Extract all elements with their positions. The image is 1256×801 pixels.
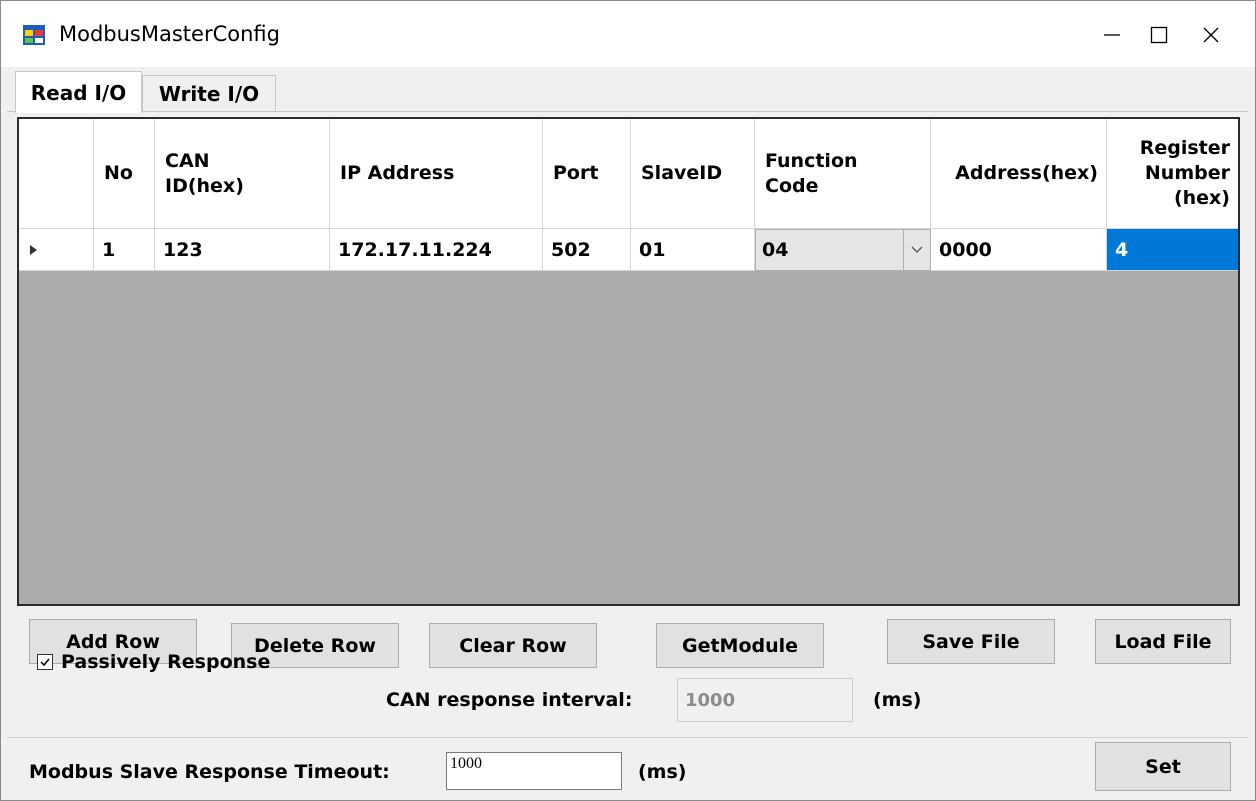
- checkmark-icon: [40, 658, 50, 667]
- timeout-label: Modbus Slave Response Timeout:: [29, 761, 390, 783]
- column-header-ip-address[interactable]: IP Address: [330, 119, 543, 229]
- set-button[interactable]: Set: [1095, 742, 1231, 791]
- function-code-header-line-2: Code: [765, 174, 819, 197]
- minimize-icon: [1104, 34, 1120, 36]
- column-header-function-code[interactable]: Function Code: [755, 119, 931, 229]
- can-id-header-line-2: ID(hex): [165, 174, 244, 197]
- cell-port[interactable]: 502: [543, 229, 631, 271]
- column-header-function-code-label: Function Code: [765, 149, 858, 198]
- can-response-interval-field[interactable]: 1000: [677, 678, 853, 722]
- current-row-arrow-icon: [30, 244, 37, 255]
- column-header-register-number[interactable]: Register Number (hex): [1107, 119, 1238, 229]
- save-file-button[interactable]: Save File: [887, 619, 1055, 664]
- cell-can-id[interactable]: 123: [155, 229, 330, 271]
- tab-write-io[interactable]: Write I/O: [142, 75, 276, 111]
- divider: [7, 737, 1248, 738]
- can-id-header-line-1: CAN: [165, 149, 210, 172]
- register-number-header-line-2: Number: [1144, 162, 1230, 185]
- timeout-unit-label: (ms): [638, 761, 687, 783]
- column-header-can-id[interactable]: CAN ID(hex): [155, 119, 330, 229]
- passively-response-label[interactable]: Passively Response: [61, 651, 270, 673]
- column-header-no-label: No: [104, 162, 133, 185]
- function-code-value: 04: [762, 239, 789, 261]
- column-header-can-id-label: CAN ID(hex): [165, 149, 244, 198]
- clear-row-button[interactable]: Clear Row: [429, 623, 597, 668]
- column-header-address-hex[interactable]: Address(hex): [931, 119, 1107, 229]
- register-number-header-line-3: (hex): [1173, 186, 1230, 209]
- cell-no[interactable]: 1: [94, 229, 155, 271]
- row-header-corner: [19, 119, 94, 229]
- column-header-no[interactable]: No: [94, 119, 155, 229]
- function-code-header-line-1: Function: [765, 149, 858, 172]
- tab-read-io[interactable]: Read I/O: [15, 71, 142, 113]
- cell-register-number-selected[interactable]: 4: [1107, 229, 1238, 271]
- column-header-address-hex-label: Address(hex): [955, 162, 1098, 185]
- cell-address-hex[interactable]: 0000: [931, 229, 1107, 271]
- title-bar[interactable]: ModbusMasterConfig: [1, 1, 1255, 67]
- maximize-button[interactable]: [1136, 15, 1182, 55]
- column-header-slaveid-label: SlaveID: [641, 162, 723, 185]
- register-number-header-line-1: Register: [1139, 137, 1230, 160]
- passively-response-checkbox[interactable]: [37, 654, 53, 670]
- row-header[interactable]: [19, 229, 94, 271]
- get-module-button[interactable]: GetModule: [656, 623, 824, 668]
- cell-function-code-dropdown[interactable]: 04: [755, 229, 931, 271]
- close-icon: [1203, 27, 1219, 43]
- chevron-down-icon[interactable]: [903, 230, 930, 270]
- cell-slave-id[interactable]: 01: [631, 229, 755, 271]
- can-response-interval-label: CAN response interval:: [386, 689, 633, 711]
- column-header-port-label: Port: [553, 162, 599, 185]
- column-header-register-number-label: Register Number (hex): [1140, 136, 1230, 210]
- column-header-ip-address-label: IP Address: [340, 162, 455, 185]
- column-header-port[interactable]: Port: [543, 119, 631, 229]
- io-data-grid[interactable]: No CAN ID(hex) IP Address Port SlaveID Fu…: [17, 117, 1240, 606]
- app-icon: [23, 25, 45, 45]
- maximize-icon: [1150, 26, 1168, 44]
- main-window: ModbusMasterConfig Read I/O Write I/O No…: [0, 0, 1256, 801]
- load-file-button[interactable]: Load File: [1095, 619, 1231, 664]
- close-button[interactable]: [1188, 15, 1234, 55]
- cell-ip-address[interactable]: 172.17.11.224: [330, 229, 543, 271]
- timeout-input[interactable]: 1000: [446, 752, 622, 790]
- minimize-button[interactable]: [1089, 15, 1135, 55]
- window-title: ModbusMasterConfig: [59, 22, 280, 46]
- column-header-slaveid[interactable]: SlaveID: [631, 119, 755, 229]
- can-interval-unit-label: (ms): [873, 689, 922, 711]
